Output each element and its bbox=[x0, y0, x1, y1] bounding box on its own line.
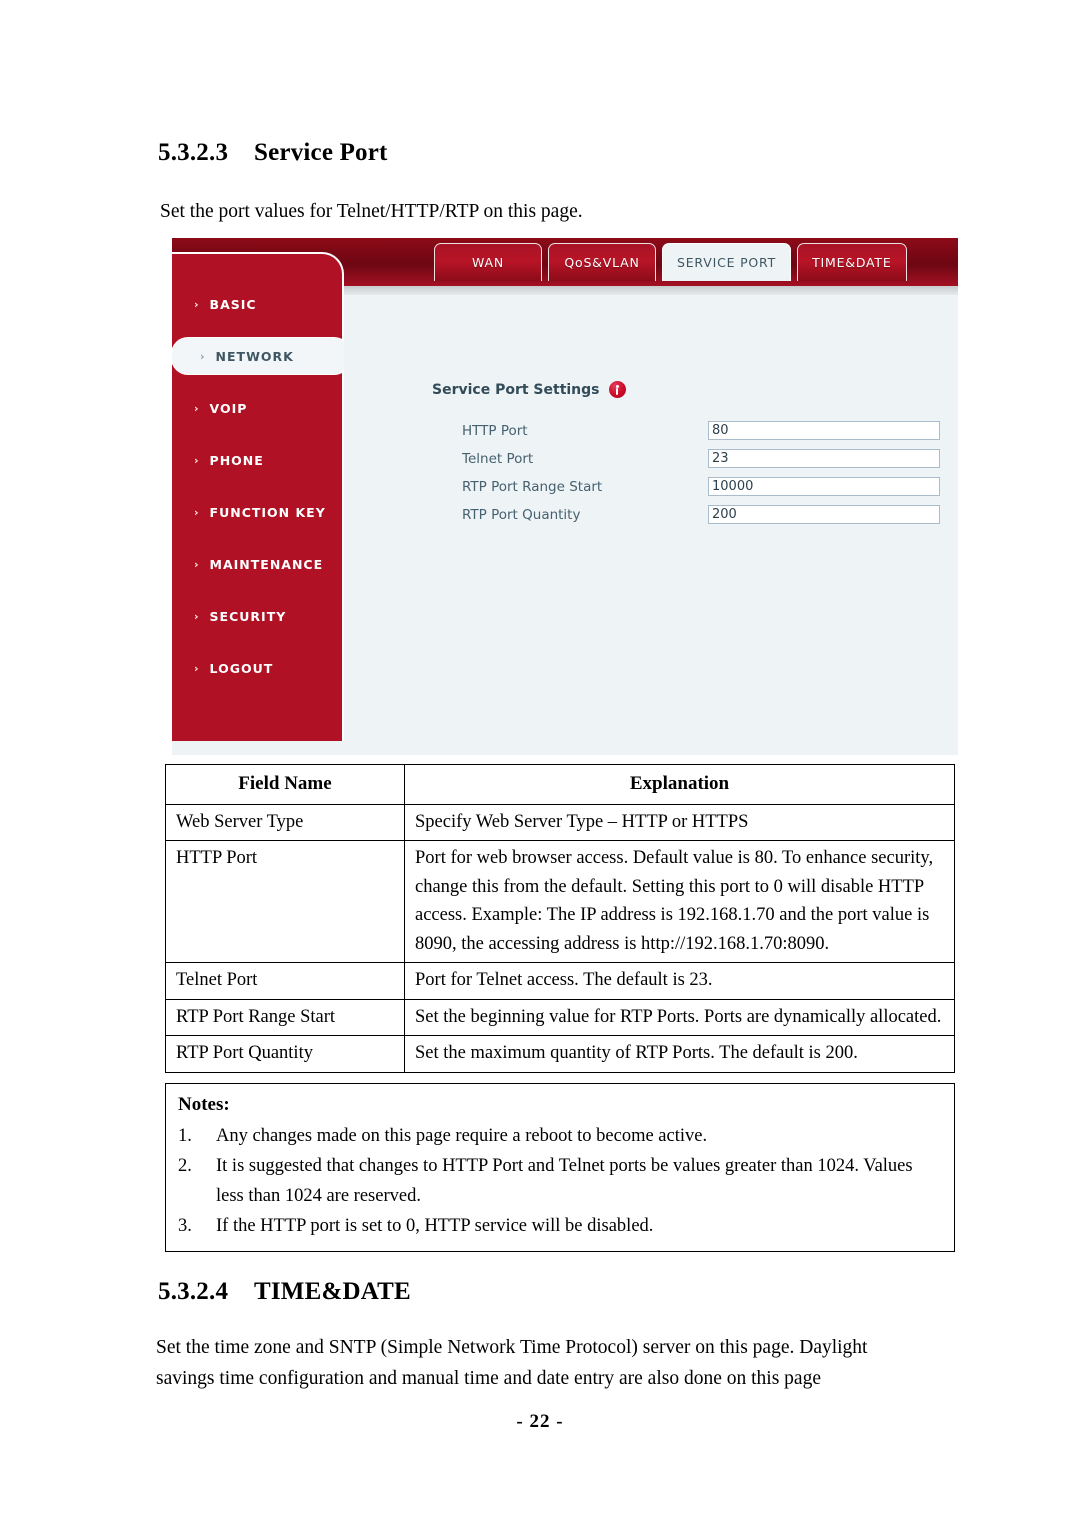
note-item: 1. Any changes made on this page require… bbox=[178, 1121, 942, 1151]
section-number: 5.3.2.3 bbox=[158, 139, 229, 166]
chevron-right-icon: › bbox=[194, 661, 200, 675]
cell-field-name: HTTP Port bbox=[165, 840, 405, 963]
panel-heading: Service Port Settings bbox=[432, 381, 626, 398]
sidebar-item-basic[interactable]: › BASIC bbox=[172, 286, 344, 322]
tab-bar: WAN QoS&VLAN SERVICE PORT TIME&DATE bbox=[434, 243, 907, 283]
form-row-rtp-port-range-start: RTP Port Range Start bbox=[462, 475, 942, 498]
sidebar-nav: › BASIC › NETWORK › VOIP › PHONE › FUNCT… bbox=[172, 252, 350, 741]
cell-explanation: Port for Telnet access. The default is 2… bbox=[404, 962, 955, 1000]
cell-field-name: RTP Port Range Start bbox=[165, 998, 405, 1036]
rtp-port-range-start-input[interactable] bbox=[708, 477, 940, 496]
notes-table: Notes: 1. Any changes made on this page … bbox=[165, 1083, 955, 1252]
note-item: 2. It is suggested that changes to HTTP … bbox=[178, 1151, 942, 1211]
notes-title: Notes: bbox=[178, 1094, 230, 1115]
chevron-right-icon: › bbox=[194, 505, 200, 519]
help-icon[interactable] bbox=[608, 381, 626, 398]
tab-qos-vlan[interactable]: QoS&VLAN bbox=[548, 243, 656, 281]
sidebar-item-label: NETWORK bbox=[215, 348, 294, 364]
table-row: RTP Port Range Start Set the beginning v… bbox=[165, 998, 955, 1036]
sidebar-item-label: FUNCTION KEY bbox=[209, 504, 326, 520]
field-explanation-table: Field Name Explanation Web Server Type S… bbox=[165, 764, 955, 1073]
table-row: Telnet Port Port for Telnet access. The … bbox=[165, 962, 955, 1000]
table-header-row: Field Name Explanation bbox=[165, 764, 955, 805]
panel-heading-label: Service Port Settings bbox=[432, 381, 600, 398]
chevron-right-icon: › bbox=[194, 297, 200, 311]
sidebar-item-label: BASIC bbox=[209, 296, 257, 312]
sidebar-item-label: VOIP bbox=[209, 400, 248, 416]
sidebar-item-label: MAINTENANCE bbox=[209, 556, 324, 572]
form-row-telnet-port: Telnet Port bbox=[462, 447, 942, 470]
page-title-time-date: 5.3.2.4 TIME&DATE bbox=[158, 1278, 411, 1306]
document-page: 5.3.2.3 Service Port Set the port values … bbox=[0, 0, 1080, 1527]
cell-explanation: Port for web browser access. Default val… bbox=[404, 840, 955, 963]
sidebar-item-logout[interactable]: › LOGOUT bbox=[172, 650, 344, 686]
chevron-right-icon: › bbox=[194, 557, 200, 571]
tab-service-port[interactable]: SERVICE PORT bbox=[662, 243, 792, 281]
cell-field-name: Telnet Port bbox=[165, 962, 405, 1000]
rtp-port-quantity-input[interactable] bbox=[708, 505, 940, 524]
cell-field-name: RTP Port Quantity bbox=[165, 1035, 405, 1073]
rtp-port-range-start-label: RTP Port Range Start bbox=[462, 478, 603, 495]
chevron-right-icon: › bbox=[194, 401, 200, 415]
http-port-label: HTTP Port bbox=[462, 422, 528, 439]
telnet-port-label: Telnet Port bbox=[462, 450, 534, 467]
note-number: 3. bbox=[178, 1216, 192, 1236]
cell-explanation: Set the maximum quantity of RTP Ports. T… bbox=[404, 1035, 955, 1073]
table-row: RTP Port Quantity Set the maximum quanti… bbox=[165, 1035, 955, 1073]
note-number: 2. bbox=[178, 1156, 192, 1176]
section-title: Service Port bbox=[254, 139, 388, 166]
http-port-input[interactable] bbox=[708, 421, 940, 440]
cell-explanation: Set the beginning value for RTP Ports. P… bbox=[404, 998, 955, 1036]
note-text: Any changes made on this page require a … bbox=[216, 1126, 708, 1146]
time-date-intro-text: Set the time zone and SNTP (Simple Netwo… bbox=[156, 1337, 868, 1389]
chevron-right-icon: › bbox=[194, 453, 200, 467]
notes-row: Notes: 1. Any changes made on this page … bbox=[165, 1083, 955, 1252]
column-header-explanation: Explanation bbox=[404, 764, 955, 805]
note-number: 1. bbox=[178, 1126, 192, 1146]
cell-field-name: Web Server Type bbox=[165, 803, 405, 841]
column-header-field-name: Field Name bbox=[165, 764, 405, 805]
table-row: HTTP Port Port for web browser access. D… bbox=[165, 840, 955, 963]
sidebar-item-security[interactable]: › SECURITY bbox=[172, 598, 344, 634]
page-title-service-port: 5.3.2.3 Service Port bbox=[158, 139, 388, 167]
telnet-port-input[interactable] bbox=[708, 449, 940, 468]
sidebar-item-voip[interactable]: › VOIP bbox=[172, 390, 344, 426]
settings-content-area: Service Port Settings HTTP Port Telnet P… bbox=[344, 295, 958, 741]
page-footer-number: - 22 - bbox=[516, 1411, 564, 1432]
service-port-intro-text: Set the port values for Telnet/HTTP/RTP … bbox=[160, 201, 583, 222]
section-title: TIME&DATE bbox=[254, 1278, 411, 1305]
sidebar-item-phone[interactable]: › PHONE bbox=[172, 442, 344, 478]
sidebar-item-network[interactable]: › NETWORK bbox=[172, 338, 350, 374]
chevron-right-icon: › bbox=[200, 349, 206, 363]
note-text: It is suggested that changes to HTTP Por… bbox=[216, 1156, 913, 1206]
notes-cell: Notes: 1. Any changes made on this page … bbox=[165, 1083, 955, 1252]
table-row: Web Server Type Specify Web Server Type … bbox=[165, 803, 955, 841]
note-item: 3. If the HTTP port is set to 0, HTTP se… bbox=[178, 1211, 942, 1241]
device-web-ui-screenshot: WAN QoS&VLAN SERVICE PORT TIME&DATE › BA… bbox=[172, 238, 958, 755]
tab-time-date[interactable]: TIME&DATE bbox=[797, 243, 907, 281]
note-text: If the HTTP port is set to 0, HTTP servi… bbox=[216, 1216, 654, 1236]
sidebar-item-function-key[interactable]: › FUNCTION KEY bbox=[172, 494, 344, 530]
rtp-port-quantity-label: RTP Port Quantity bbox=[462, 506, 581, 523]
cell-explanation: Specify Web Server Type – HTTP or HTTPS bbox=[404, 803, 955, 841]
chevron-right-icon: › bbox=[194, 609, 200, 623]
form-row-rtp-port-quantity: RTP Port Quantity bbox=[462, 503, 942, 526]
sidebar-item-maintenance[interactable]: › MAINTENANCE bbox=[172, 546, 344, 582]
tab-wan[interactable]: WAN bbox=[434, 243, 542, 281]
form-row-http-port: HTTP Port bbox=[462, 419, 942, 442]
sidebar-item-label: SECURITY bbox=[209, 608, 287, 624]
sidebar-item-label: PHONE bbox=[209, 452, 264, 468]
sidebar-item-label: LOGOUT bbox=[209, 660, 274, 676]
section-number: 5.3.2.4 bbox=[158, 1278, 229, 1305]
